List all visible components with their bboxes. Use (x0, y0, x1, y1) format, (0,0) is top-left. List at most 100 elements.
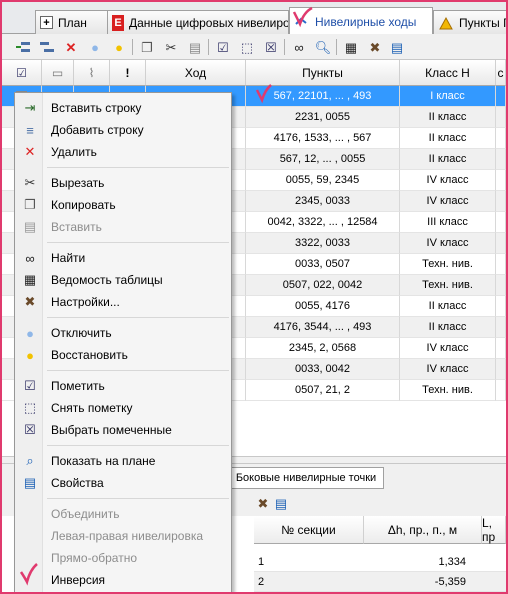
points-cell: 0507, 022, 0042 (246, 275, 400, 296)
menu-separator (47, 167, 229, 168)
header-extra[interactable]: с (496, 60, 506, 86)
class-cell: II класс (400, 296, 496, 317)
header-dh[interactable]: Δh, пр., п., м (364, 516, 482, 544)
mark-icon[interactable]: ☑ (214, 38, 232, 56)
insert-row-icon: ⇥ (24, 100, 36, 115)
class-cell: Техн. нив. (400, 254, 496, 275)
points-cell: 0055, 4176 (246, 296, 400, 317)
scissors-icon[interactable]: ✂ (162, 38, 180, 56)
insert-row-icon[interactable] (14, 38, 32, 56)
select-marked-icon[interactable]: ☒ (262, 38, 280, 56)
header-section-number[interactable]: № секции (254, 516, 364, 544)
menu-item-label: Левая-правая нивелировка (51, 529, 204, 543)
zoom-find-icon[interactable]: 🔍︎ (314, 38, 332, 56)
menu-item-18: Левая-правая нивелировка (17, 525, 229, 547)
menu-item-12[interactable]: ☑ Пометить (17, 375, 229, 397)
menu-icon-placeholder (17, 569, 43, 591)
add-row-icon[interactable] (38, 38, 56, 56)
bulb-off-icon: ● (26, 325, 34, 341)
header-points[interactable]: Пункты (246, 60, 400, 86)
empty-cell (496, 149, 506, 170)
menu-icon-placeholder (17, 503, 43, 525)
properties-icon[interactable]: ▤ (388, 38, 406, 56)
triangle-points-icon (438, 15, 454, 31)
tab-label: Нивелирные ходы (315, 14, 417, 29)
empty-cell (496, 338, 506, 359)
points-cell: 567, 12, ... , 0055 (246, 149, 400, 170)
class-cell: II класс (400, 149, 496, 170)
table-report-icon[interactable]: ▦ (342, 38, 360, 56)
menu-item-2[interactable]: ≡ Добавить строку (17, 119, 229, 141)
menu-item-11[interactable]: ● Восстановить (17, 344, 229, 366)
empty-cell (496, 317, 506, 338)
tab-plan[interactable]: + План (35, 10, 115, 34)
empty-cell (496, 359, 506, 380)
empty-cell (496, 233, 506, 254)
points-cell: 2345, 0033 (246, 191, 400, 212)
menu-item-13[interactable]: ⬚ Снять пометку (17, 397, 229, 419)
points-cell: 0507, 21, 2 (246, 380, 400, 401)
menu-item-5[interactable]: ❐ Копировать (17, 194, 229, 216)
menu-icon-placeholder (17, 547, 43, 569)
plus-square-icon: + (40, 16, 53, 29)
header-length[interactable]: L, пр (482, 516, 506, 544)
header-check[interactable]: ☑ (2, 60, 42, 86)
header-run[interactable]: Ход (146, 60, 246, 86)
table-row[interactable]: 1 1,334 (254, 552, 506, 572)
menu-item-16[interactable]: ▤ Свойства (17, 472, 229, 494)
menu-item-9[interactable]: ✖ Настройки... (17, 291, 229, 313)
tools-icon[interactable]: ✖ (254, 494, 272, 512)
empty-cell (496, 86, 506, 107)
bulb-off-icon[interactable]: ● (86, 38, 104, 56)
menu-item-10[interactable]: ● Отключить (17, 322, 229, 344)
tools-icon[interactable]: ✖ (366, 38, 384, 56)
tab-side-level-points[interactable]: Боковые нивелирные точки (228, 467, 384, 489)
copy-icon[interactable]: ❐ (138, 38, 156, 56)
menu-item-3[interactable]: ✕ Удалить (17, 141, 229, 163)
menu-item-label: Добавить строку (51, 123, 144, 137)
binoculars-icon: ∞ (25, 250, 35, 266)
delete-x-icon[interactable]: ✕ (62, 38, 80, 56)
tab-points[interactable]: Пункты Г (433, 10, 508, 34)
menu-item-label: Настройки... (51, 295, 120, 309)
paste-icon[interactable]: ▤ (186, 38, 204, 56)
menu-item-4[interactable]: ✂ Вырезать (17, 172, 229, 194)
tab-leveling-runs[interactable]: Нивелирные ходы (289, 7, 433, 35)
menu-item-20[interactable]: Инверсия (17, 569, 229, 591)
menu-item-label: Ведомость таблицы (51, 273, 163, 287)
menu-separator (47, 498, 229, 499)
menu-item-7[interactable]: ∞ Найти (17, 247, 229, 269)
binoculars-icon[interactable]: ∞ (290, 38, 308, 56)
header-attachment[interactable]: ⌇ (74, 60, 110, 86)
menu-item-label: Инверсия (51, 573, 106, 587)
unmark-icon[interactable]: ⬚ (238, 38, 256, 56)
properties-icon[interactable]: ▤ (272, 494, 290, 512)
menu-item-14[interactable]: ☒ Выбрать помеченные (17, 419, 229, 441)
tab-label: Пункты Г (459, 15, 508, 30)
points-cell: 0042, 3322, ... , 12584 (246, 212, 400, 233)
tab-digital-level-data[interactable]: E Данные цифровых нивелиров (107, 10, 289, 34)
menu-item-8[interactable]: ▦ Ведомость таблицы (17, 269, 229, 291)
menu-item-15[interactable]: ⌕ Показать на плане (17, 450, 229, 472)
menu-separator (47, 242, 229, 243)
menu-item-1[interactable]: ⇥ Вставить строку (17, 97, 229, 119)
menu-item-label: Отключить (51, 326, 112, 340)
menu-separator (47, 317, 229, 318)
menu-item-label: Удалить (51, 145, 97, 159)
header-class[interactable]: Класс Н (400, 60, 496, 86)
menu-item-19: Прямо-обратно (17, 547, 229, 569)
menu-item-label: Восстановить (51, 348, 128, 362)
class-cell: Техн. нив. (400, 380, 496, 401)
check-icon: ☑ (16, 65, 27, 80)
tools-icon: ✖ (24, 294, 36, 309)
empty-cell (496, 254, 506, 275)
class-cell: IV класс (400, 359, 496, 380)
menu-item-label: Копировать (51, 198, 116, 212)
menu-item-label: Объединить (51, 507, 120, 521)
bulb-on-icon[interactable]: ● (110, 38, 128, 56)
header-comment[interactable]: ▭ (42, 60, 74, 86)
header-warning[interactable]: ! (110, 60, 146, 86)
paste-icon: ▤ (23, 219, 37, 234)
table-row[interactable]: 2 -5,359 (254, 572, 506, 592)
class-cell: IV класс (400, 338, 496, 359)
